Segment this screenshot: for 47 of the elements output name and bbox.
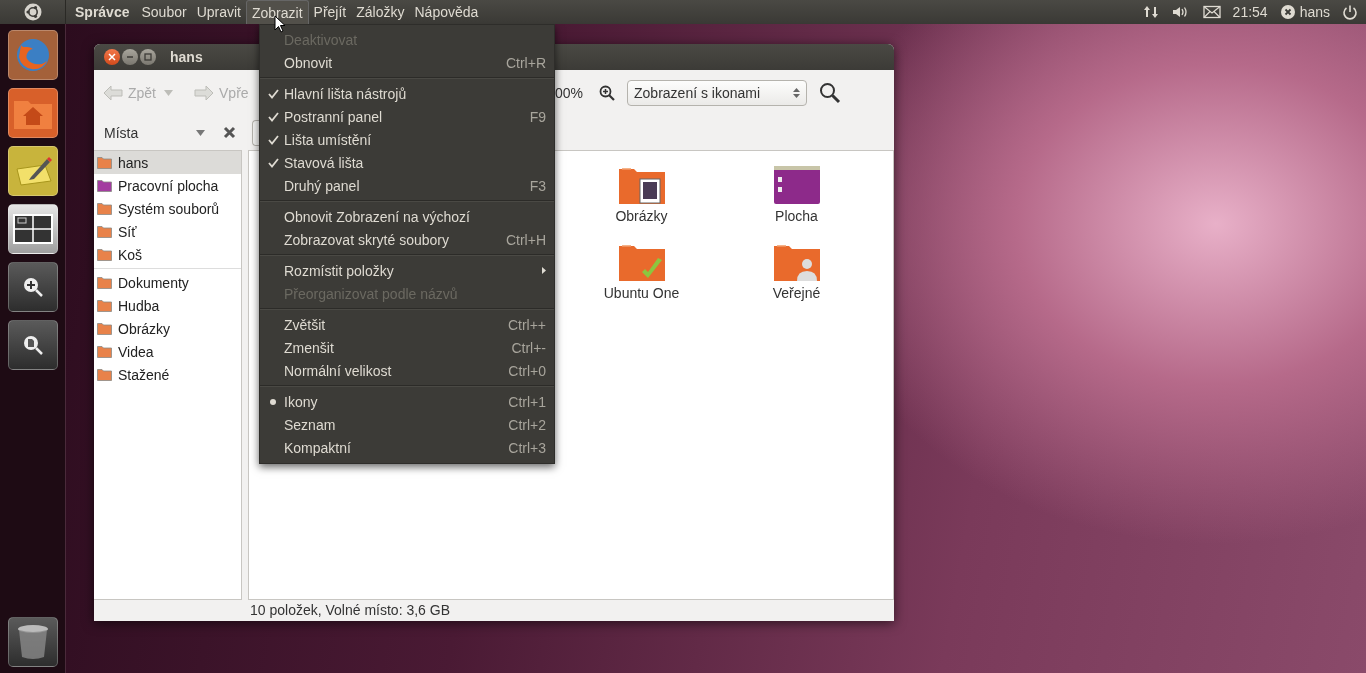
menu-item[interactable]: Stavová lišta <box>260 151 554 174</box>
menu-item[interactable]: Normální velikost Ctrl+0 <box>260 359 554 382</box>
view-select[interactable]: Zobrazení s ikonami <box>627 79 808 106</box>
zoom-level: 00% <box>555 84 584 101</box>
folder-name: Obrázky <box>615 208 668 224</box>
sidebar-item[interactable]: Síť <box>94 220 241 243</box>
menu-item[interactable]: Zvětšit Ctrl++ <box>260 313 554 336</box>
sidebar-item[interactable]: Videa <box>94 340 241 363</box>
folder-item[interactable]: Obrázky <box>564 165 719 242</box>
sidebar-item[interactable]: Stažené <box>94 363 241 386</box>
sidebar-item[interactable]: Dokumenty <box>94 271 241 294</box>
menu-item[interactable]: Rozmístit položky <box>260 259 554 282</box>
folder-item[interactable]: Plocha <box>719 165 874 242</box>
sidebar-title: Místa <box>104 124 140 141</box>
sidebar-item[interactable]: Koš <box>94 243 241 266</box>
sidebar-item[interactable]: Systém souborů <box>94 197 241 220</box>
menu-item[interactable]: Záložky <box>351 0 410 24</box>
sidebar-item[interactable]: Pracovní plocha <box>94 174 241 197</box>
folder-name: Ubuntu One <box>603 285 680 301</box>
menu-item[interactable]: Obnovit Zobrazení na výchozí <box>260 205 554 228</box>
menu-item[interactable]: Ikony Ctrl+1 <box>260 390 554 413</box>
sidebar-item[interactable]: Obrázky <box>94 317 241 340</box>
menu-item[interactable]: Nápověda <box>409 0 484 24</box>
menu-item[interactable]: Kompaktní Ctrl+3 <box>260 436 554 459</box>
menu-item[interactable]: Zobrazit <box>246 0 309 25</box>
app-name: Správce <box>74 4 131 20</box>
folder-item[interactable]: Veřejné <box>719 242 874 319</box>
menu-item[interactable]: Obnovit Ctrl+R <box>260 51 554 74</box>
folder-name: Plocha <box>775 208 818 224</box>
folder-name: Veřejné <box>772 285 821 301</box>
menu-item[interactable]: Druhý panel F3 <box>260 174 554 197</box>
menu-item[interactable]: Postranní panel F9 <box>260 105 554 128</box>
window-title: hans <box>170 49 203 65</box>
menu-item[interactable]: Přejít <box>308 0 352 24</box>
menu-item[interactable]: Zobrazovat skryté soubory Ctrl+H <box>260 228 554 251</box>
folder-item[interactable]: Ubuntu One <box>564 242 719 319</box>
menu-item[interactable]: Hlavní lišta nástrojů <box>260 82 554 105</box>
sidebar-item[interactable]: hans <box>94 151 241 174</box>
user-name[interactable]: hans <box>1299 4 1330 20</box>
menu-item[interactable]: Lišta umístění <box>260 128 554 151</box>
menu-item[interactable]: Upravit <box>191 0 246 24</box>
status-text: 10 položek, Volné místo: 3,6 GB <box>250 602 450 618</box>
clock[interactable]: 21:54 <box>1232 4 1268 20</box>
menu-item[interactable]: Seznam Ctrl+2 <box>260 413 554 436</box>
menu-item[interactable]: Zmenšit Ctrl+- <box>260 336 554 359</box>
menu-item[interactable]: Soubor <box>136 0 192 24</box>
sidebar-item[interactable]: Hudba <box>94 294 241 317</box>
